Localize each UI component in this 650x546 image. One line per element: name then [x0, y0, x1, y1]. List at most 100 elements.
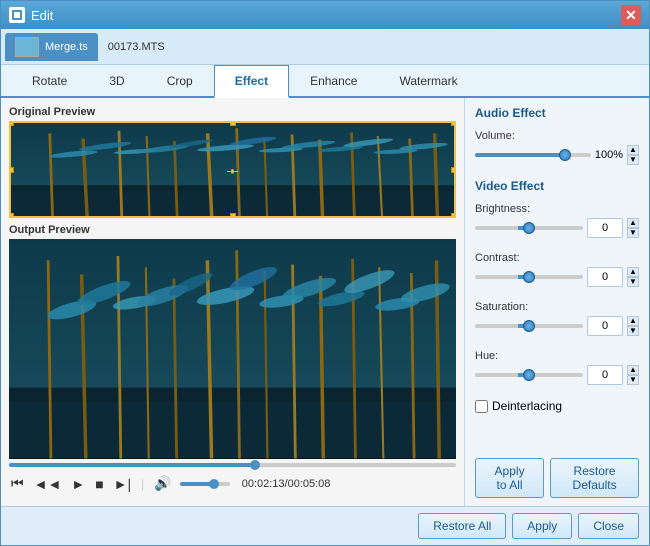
brightness-input[interactable]: [587, 218, 623, 238]
playback-controls: ⏮ ◄◄ ► ■ ►| | 🔊 00:02:13/00:05:08: [9, 469, 456, 498]
brightness-param: Brightness: ▲ ▼: [475, 203, 639, 238]
contrast-label: Contrast:: [475, 252, 639, 264]
crop-handle-tr[interactable]: [451, 121, 456, 126]
tab-enhance[interactable]: Enhance: [289, 65, 378, 98]
restore-all-button[interactable]: Restore All: [418, 513, 506, 539]
brightness-down[interactable]: ▼: [627, 228, 639, 238]
saturation-input[interactable]: [587, 316, 623, 336]
brightness-thumb[interactable]: [523, 222, 535, 234]
crop-handle-tc[interactable]: [230, 121, 236, 126]
deinterlacing-checkbox[interactable]: [475, 400, 488, 413]
hue-input[interactable]: [587, 365, 623, 385]
saturation-up[interactable]: ▲: [627, 316, 639, 326]
hue-param: Hue: ▲ ▼: [475, 350, 639, 385]
restore-defaults-button[interactable]: Restore Defaults: [550, 458, 639, 498]
brightness-label: Brightness:: [475, 203, 639, 215]
play-button[interactable]: ►: [69, 474, 87, 494]
hue-label: Hue:: [475, 350, 639, 362]
saturation-param: Saturation: ▲ ▼: [475, 301, 639, 336]
video-section-title: Video Effect: [475, 179, 639, 193]
crop-handle-ml[interactable]: [9, 167, 14, 173]
step-back-button[interactable]: ⏮: [9, 473, 26, 494]
tab-rotate[interactable]: Rotate: [11, 65, 88, 98]
stop-button[interactable]: ■: [93, 474, 105, 494]
contrast-down[interactable]: ▼: [627, 277, 639, 287]
file-name-active: Merge.ts: [45, 41, 88, 53]
play-next-button[interactable]: ►|: [112, 474, 134, 494]
saturation-thumb[interactable]: [523, 320, 535, 332]
volume-up[interactable]: ▲: [627, 145, 639, 155]
crop-handle-mr[interactable]: [451, 167, 456, 173]
hue-down[interactable]: ▼: [627, 375, 639, 385]
close-dialog-button[interactable]: Close: [578, 513, 639, 539]
crop-handle-tl[interactable]: [9, 121, 14, 126]
brightness-slider[interactable]: [475, 226, 583, 230]
tab-crop[interactable]: Crop: [146, 65, 214, 98]
file-thumbnail: [15, 37, 39, 57]
main-content: Original Preview: [1, 98, 649, 506]
close-button[interactable]: ✕: [621, 5, 641, 25]
volume-slider-row: 100% ▲ ▼: [475, 145, 639, 165]
tabs-bar: Rotate 3D Crop Effect Enhance Watermark: [1, 65, 649, 98]
window-title: Edit: [31, 8, 621, 23]
play-prev-button[interactable]: ◄◄: [32, 474, 64, 494]
contrast-input[interactable]: [587, 267, 623, 287]
original-preview-label: Original Preview: [9, 106, 456, 118]
output-preview-section: Output Preview: [9, 224, 456, 498]
bottom-bar: Restore All Apply Close: [1, 506, 649, 545]
hue-slider[interactable]: [475, 373, 583, 377]
volume-spinner[interactable]: ▲ ▼: [627, 145, 639, 165]
crop-handle-br[interactable]: [451, 213, 456, 218]
saturation-down[interactable]: ▼: [627, 326, 639, 336]
volume-label: Volume:: [475, 130, 639, 142]
tab-watermark[interactable]: Watermark: [378, 65, 478, 98]
contrast-slider[interactable]: [475, 275, 583, 279]
volume-down[interactable]: ▼: [627, 155, 639, 165]
hue-spinner[interactable]: ▲ ▼: [627, 365, 639, 385]
hue-up[interactable]: ▲: [627, 365, 639, 375]
deinterlacing-label[interactable]: Deinterlacing: [492, 399, 562, 413]
brightness-up[interactable]: ▲: [627, 218, 639, 228]
contrast-thumb[interactable]: [523, 271, 535, 283]
contrast-slider-row: ▲ ▼: [475, 267, 639, 287]
original-preview: +: [9, 121, 456, 218]
seek-thumb[interactable]: [250, 460, 260, 470]
time-display: 00:02:13/00:05:08: [242, 478, 331, 490]
crop-handle-bc[interactable]: [230, 213, 236, 218]
svg-text:+: +: [226, 166, 239, 175]
audio-section-title: Audio Effect: [475, 106, 639, 120]
volume-effect-slider[interactable]: [475, 153, 591, 157]
tab-3d[interactable]: 3D: [88, 65, 145, 98]
file-item-active[interactable]: Merge.ts: [5, 33, 98, 61]
apply-to-all-button[interactable]: Apply to All: [475, 458, 544, 498]
deinterlacing-row: Deinterlacing: [475, 399, 639, 413]
tab-effect[interactable]: Effect: [214, 65, 289, 98]
window-icon: [9, 7, 25, 23]
contrast-spinner[interactable]: ▲ ▼: [627, 267, 639, 287]
brightness-spinner[interactable]: ▲ ▼: [627, 218, 639, 238]
volume-thumb[interactable]: [209, 479, 219, 489]
output-preview: [9, 239, 456, 459]
volume-param: Volume: 100% ▲ ▼: [475, 130, 639, 165]
preview-area: Original Preview: [1, 98, 464, 506]
saturation-slider[interactable]: [475, 324, 583, 328]
brightness-slider-row: ▲ ▼: [475, 218, 639, 238]
contrast-up[interactable]: ▲: [627, 267, 639, 277]
right-panel: Audio Effect Volume: 100% ▲ ▼ Video Effe…: [464, 98, 649, 506]
output-preview-label: Output Preview: [9, 224, 456, 236]
seek-slider[interactable]: [9, 463, 456, 467]
hue-thumb[interactable]: [523, 369, 535, 381]
saturation-label: Saturation:: [475, 301, 639, 313]
volume-effect-thumb[interactable]: [559, 149, 571, 161]
hue-slider-row: ▲ ▼: [475, 365, 639, 385]
contrast-param: Contrast: ▲ ▼: [475, 252, 639, 287]
title-bar: Edit ✕: [1, 1, 649, 29]
edit-window: Edit ✕ Merge.ts 00173.MTS Rotate 3D Crop…: [0, 0, 650, 546]
crop-handle-bl[interactable]: [9, 213, 14, 218]
file-name-secondary[interactable]: 00173.MTS: [98, 37, 175, 57]
saturation-spinner[interactable]: ▲ ▼: [627, 316, 639, 336]
saturation-slider-row: ▲ ▼: [475, 316, 639, 336]
file-bar: Merge.ts 00173.MTS: [1, 29, 649, 65]
apply-button[interactable]: Apply: [512, 513, 572, 539]
volume-slider[interactable]: [180, 482, 230, 486]
